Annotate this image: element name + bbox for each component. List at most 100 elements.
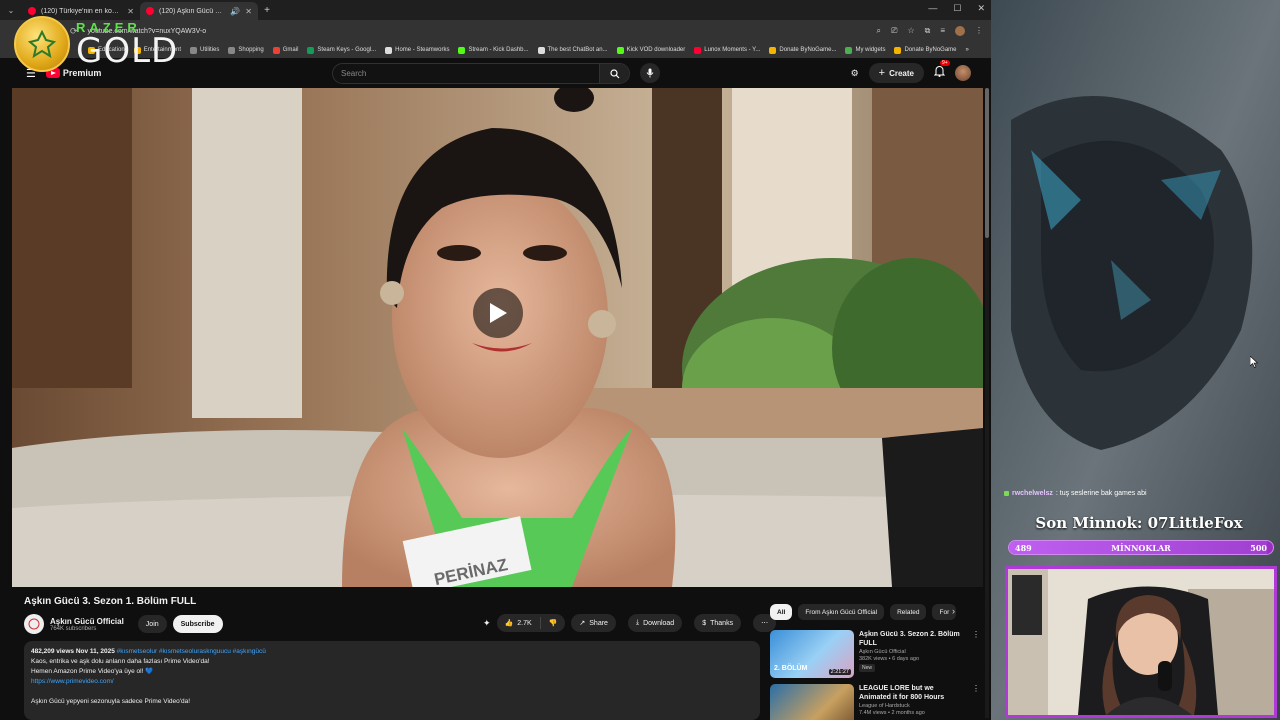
chatbot-icon	[537, 46, 545, 54]
hashtags[interactable]: #kısmetseolur #kısmetseolurasknguucu #aş…	[117, 648, 266, 655]
kick-icon	[616, 46, 624, 54]
webcam-image	[1008, 569, 1274, 715]
bookmark-donate-1[interactable]: Donate ByNoGame...	[769, 46, 836, 54]
goal-label: MİNNOKLAR	[1111, 542, 1171, 553]
suggestion-thumbnail[interactable]	[770, 684, 854, 720]
close-window-icon[interactable]: ✕	[977, 3, 985, 14]
media-controls-icon[interactable]: ≡	[940, 26, 945, 36]
new-tab-button[interactable]: +	[258, 5, 276, 16]
video-player[interactable]: PERİNAZ	[12, 88, 983, 587]
bookmark-steamworks[interactable]: Home - Steamworks	[385, 46, 449, 54]
youtube-icon	[694, 46, 702, 54]
download-button[interactable]: ⤓ Download	[627, 614, 683, 632]
thumbs-down-icon: 👎	[548, 620, 558, 627]
bookmark-kick-vod[interactable]: Kick VOD downloader	[616, 46, 686, 54]
voice-search-button[interactable]	[640, 63, 660, 83]
bynogame-icon	[769, 46, 777, 54]
bookmark-chatbot[interactable]: The best ChatBot an...	[537, 46, 608, 54]
channel-name[interactable]: Aşkın Gücü Official	[50, 617, 124, 626]
suggestion-thumbnail[interactable]: 2. BÖLÜM 2:21:27	[770, 630, 854, 678]
webcam-feed	[1005, 566, 1277, 718]
channel-avatar[interactable]	[24, 614, 44, 634]
bookmark-kick-dashboard[interactable]: Stream - Kick Dashb...	[458, 46, 529, 54]
page-scrollbar[interactable]	[985, 88, 989, 718]
bookmark-gmail[interactable]: Gmail	[272, 46, 298, 54]
bookmark-donate-2[interactable]: Donate ByNoGame	[894, 46, 957, 54]
notifications-button[interactable]: 9+	[933, 60, 950, 82]
suggestion-title[interactable]: Aşkın Gücü 3. Sezon 2. Bölüm FULL	[859, 630, 967, 648]
install-app-icon[interactable]: ⎚	[891, 26, 897, 36]
join-button[interactable]: Join	[137, 615, 167, 633]
minimize-icon[interactable]: —	[928, 3, 937, 14]
zoom-icon[interactable]: ⌕	[877, 26, 881, 36]
chevron-right-icon[interactable]: ›	[952, 606, 955, 616]
sheets-icon	[307, 46, 315, 54]
plus-icon: +	[878, 67, 886, 79]
chip-from-channel[interactable]: From Aşkın Gücü Official	[798, 604, 885, 620]
cast-icon[interactable]: ⚙	[851, 68, 859, 79]
extensions-icon[interactable]: ⧉	[925, 26, 931, 36]
notification-count: 9+	[940, 60, 950, 66]
bookmark-steam-keys[interactable]: Steam Keys - Googl...	[307, 46, 376, 54]
goal-current: 489	[1015, 542, 1032, 553]
chat-text: : tuş seslerine bak games abi	[1055, 490, 1147, 497]
dislike-button[interactable]: 👎	[541, 619, 566, 627]
prime-video-link[interactable]: https://www.primevideo.com/	[31, 678, 114, 685]
widgets-icon	[845, 46, 853, 54]
search-input[interactable]	[333, 69, 599, 78]
url-field[interactable]: youtube.com/watch?v=nuxYQAW3V-o	[88, 28, 877, 35]
razer-coin-icon	[14, 16, 70, 72]
suggestion-item[interactable]: 2. BÖLÜM 2:21:27 Aşkın Gücü 3. Sezon 2. …	[770, 630, 980, 678]
maximize-icon[interactable]: ☐	[953, 3, 961, 14]
razer-gold-badge: RAZER GOLD	[14, 16, 178, 72]
play-button[interactable]	[473, 288, 523, 338]
bookmark-label: Kick VOD downloader	[626, 47, 686, 53]
gmail-icon	[272, 46, 280, 54]
youtube-favicon-icon	[28, 7, 36, 15]
steam-icon	[385, 46, 393, 54]
bookmark-lunox[interactable]: Lunox Moments - Y...	[694, 46, 760, 54]
share-icon: ↗	[579, 620, 586, 627]
description-line: Kaos, entrika ve aşk dolu anların daha f…	[31, 658, 210, 665]
search-button[interactable]	[599, 64, 629, 83]
description-line: Aşkın Gücü yepyeni sezonuyla sadece Prim…	[31, 698, 191, 705]
ai-summary-icon[interactable]: ✦	[483, 618, 491, 629]
thanks-button[interactable]: $ Thanks	[694, 614, 742, 632]
profile-avatar[interactable]	[955, 26, 965, 36]
create-button[interactable]: + Create	[868, 63, 924, 83]
bookmark-my-widgets[interactable]: My widgets	[845, 46, 885, 54]
razer-tier: GOLD	[76, 30, 179, 71]
browser-menu-icon[interactable]: ⋮	[975, 26, 983, 36]
more-options-icon[interactable]: ⋮	[972, 630, 980, 678]
screen: ⌄ (120) Türkiye'nin en komik film ✕ (120…	[0, 0, 1280, 720]
new-badge: New	[859, 664, 876, 672]
bookmark-label: Stream - Kick Dashb...	[468, 47, 529, 53]
bookmark-star-icon[interactable]: ☆	[907, 26, 914, 36]
more-bookmarks-icon[interactable]: »	[966, 47, 969, 53]
close-icon[interactable]: ✕	[245, 7, 252, 16]
video-title: Aşkın Gücü 3. Sezon 1. Bölüm FULL	[24, 596, 197, 607]
like-button[interactable]: 👍 2.7K	[497, 617, 541, 629]
subscribe-button[interactable]: Subscribe	[172, 615, 223, 633]
account-avatar[interactable]	[955, 65, 971, 81]
more-options-icon[interactable]: ⋮	[972, 684, 980, 720]
bookmark-utilities[interactable]: Utilities	[190, 46, 219, 54]
share-button[interactable]: ↗ Share	[571, 614, 616, 632]
download-label: Download	[643, 619, 675, 627]
chip-all[interactable]: All	[770, 604, 793, 620]
bookmark-label: The best ChatBot an...	[547, 47, 608, 53]
description-box[interactable]: 482,209 views Nov 11, 2025 #kısmetseolur…	[24, 641, 760, 720]
channel-info: Aşkın Gücü Official 764K subscribers	[50, 617, 124, 632]
suggestion-item[interactable]: LEAGUE LORE but we Animated it for 800 H…	[770, 684, 980, 720]
bookmark-shopping[interactable]: Shopping	[228, 46, 264, 54]
chip-related[interactable]: Related	[890, 604, 927, 620]
header-actions: ⚙ + Create 9+	[851, 60, 971, 83]
video-actions: ✦ 👍 2.7K 👎 ↗ Share ⤓ Download $ Thanks ⋯	[483, 614, 782, 632]
scrollbar-thumb[interactable]	[985, 88, 989, 238]
suggestion-title[interactable]: LEAGUE LORE but we Animated it for 800 H…	[859, 684, 967, 702]
razer-wordmark: RAZER GOLD	[76, 21, 178, 68]
last-minnok-label: Son Minnok: 07LittleFox	[1035, 514, 1243, 532]
audio-icon[interactable]: 🔊	[230, 7, 240, 16]
tab-search-icon[interactable]: ⌄	[0, 6, 22, 15]
close-icon[interactable]: ✕	[127, 7, 134, 16]
